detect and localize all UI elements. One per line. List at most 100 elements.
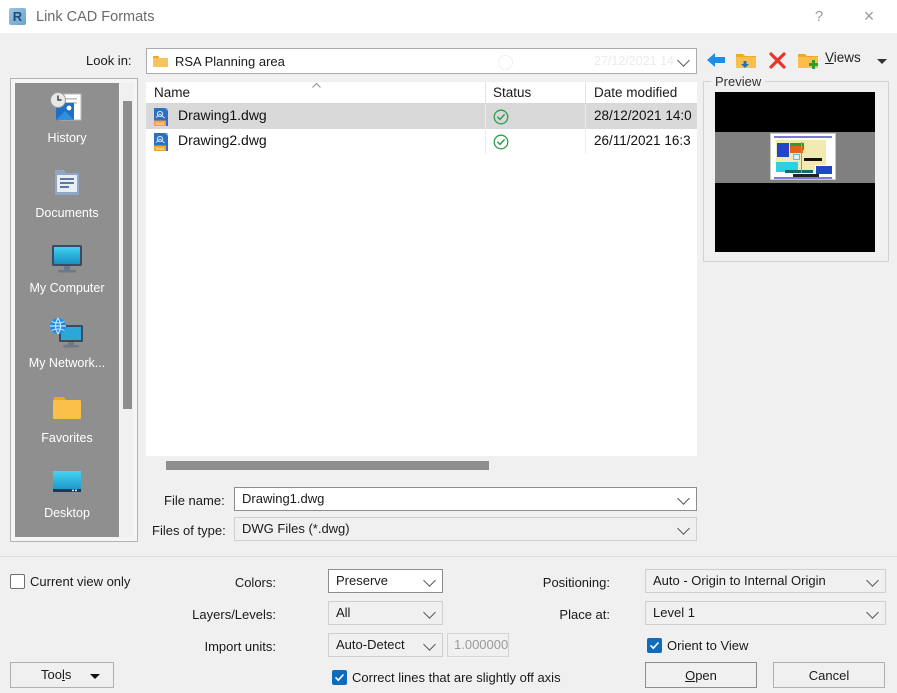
look-in-value: RSA Planning area: [175, 53, 285, 69]
layers-levels-label: Layers/Levels:: [192, 607, 276, 622]
new-folder-icon[interactable]: [795, 48, 821, 72]
chevron-down-icon[interactable]: [423, 574, 436, 587]
sidebar-item-label: Favorites: [41, 431, 93, 445]
places-scrollbar-thumb[interactable]: [123, 101, 132, 409]
file-name-value: Drawing1.dwg: [242, 491, 325, 506]
dropdown-arrow-icon[interactable]: [877, 59, 887, 64]
chevron-down-icon[interactable]: [866, 606, 879, 619]
scale-factor-value: 1.000000: [454, 637, 509, 652]
orient-to-view-checkbox[interactable]: [647, 638, 662, 653]
favorites-folder-icon: [44, 389, 90, 429]
column-header-status[interactable]: Status: [493, 85, 531, 100]
files-of-type-value: DWG Files (*.dwg): [242, 521, 350, 536]
scale-factor-input: 1.000000: [447, 633, 509, 657]
place-at-combobox[interactable]: Level 1: [645, 601, 886, 625]
look-in-combobox[interactable]: RSA Planning area 27/12/2021 14: [146, 48, 697, 74]
sidebar-item-history[interactable]: History: [15, 89, 119, 145]
preview-label: Preview: [711, 74, 766, 89]
place-at-label: Place at:: [559, 607, 610, 622]
file-date-cell: 26/11/2021 16:3: [594, 133, 691, 148]
layers-levels-value: All: [336, 605, 351, 620]
up-one-level-folder-icon[interactable]: [733, 48, 759, 72]
chevron-down-icon[interactable]: [423, 638, 436, 651]
delete-x-icon[interactable]: [765, 48, 791, 72]
open-button[interactable]: Open: [645, 662, 757, 688]
file-list[interactable]: DWG Drawing1.dwg 28/12/2021 14:0 DWG Dra: [146, 104, 697, 456]
correct-lines-checkbox[interactable]: [332, 670, 347, 685]
column-header-name[interactable]: Name: [154, 85, 190, 100]
close-button[interactable]: ×: [847, 0, 891, 33]
colors-combobox[interactable]: Preserve: [328, 569, 443, 593]
table-row[interactable]: DWG Drawing1.dwg 28/12/2021 14:0: [146, 104, 697, 129]
chevron-down-icon[interactable]: [423, 606, 436, 619]
files-of-type-combobox[interactable]: DWG Files (*.dwg): [234, 517, 697, 541]
back-arrow-icon[interactable]: [703, 48, 729, 72]
documents-folder-icon: [44, 164, 90, 204]
sidebar-item-label: My Network...: [28, 356, 106, 370]
positioning-value: Auto - Origin to Internal Origin: [653, 573, 826, 588]
navigation-toolbar: Views: [703, 46, 893, 76]
help-button[interactable]: ?: [797, 0, 841, 33]
chevron-down-icon[interactable]: [677, 522, 690, 535]
preview-image: [715, 92, 875, 252]
history-icon: [44, 89, 90, 129]
file-list-header: Name Status Date modified: [146, 82, 697, 104]
divider: [0, 556, 897, 557]
import-units-label: Import units:: [204, 639, 276, 654]
file-list-hscrollbar-thumb[interactable]: [166, 461, 489, 470]
chevron-down-icon[interactable]: [866, 574, 879, 587]
sidebar-item-desktop[interactable]: Desktop: [15, 464, 119, 520]
cancel-button[interactable]: Cancel: [773, 662, 885, 688]
dropdown-arrow-icon: [90, 674, 100, 679]
dwg-file-icon: DWG: [154, 133, 171, 151]
import-units-value: Auto-Detect: [336, 637, 405, 652]
orient-to-view-label: Orient to View: [667, 638, 749, 653]
sidebar-item-label: Desktop: [44, 506, 90, 520]
views-button[interactable]: Views: [825, 50, 861, 65]
file-name-label: File name:: [164, 493, 225, 508]
sidebar-item-label: History: [47, 131, 87, 145]
chevron-down-icon: [677, 54, 690, 67]
colors-value: Preserve: [336, 573, 389, 588]
file-name-cell: Drawing2.dwg: [178, 132, 267, 148]
sidebar-item-my-computer[interactable]: My Computer: [15, 239, 119, 295]
table-row[interactable]: DWG Drawing2.dwg 26/11/2021 16:3: [146, 129, 697, 154]
window-title-bar: R Link CAD Formats: [0, 0, 897, 33]
ghost-artifact-check-icon: [498, 55, 513, 70]
column-divider: [485, 82, 486, 104]
svg-text:DWG: DWG: [156, 147, 165, 151]
views-accel: V: [825, 50, 834, 65]
dwg-file-icon: DWG: [154, 108, 171, 126]
sidebar-item-my-network[interactable]: My Network...: [15, 314, 119, 370]
import-units-combobox[interactable]: Auto-Detect: [328, 633, 443, 657]
network-globe-icon: [44, 314, 90, 354]
sidebar-item-favorites[interactable]: Favorites: [15, 389, 119, 445]
cad-drawing-thumbnail: [770, 133, 836, 180]
folder-icon: [153, 55, 168, 67]
sidebar-item-label: Documents: [35, 206, 99, 220]
svg-text:DWG: DWG: [156, 122, 165, 126]
revit-logo-icon: R: [9, 8, 26, 25]
chevron-down-icon[interactable]: [677, 492, 690, 505]
place-at-value: Level 1: [653, 605, 695, 620]
open-accel: O: [685, 667, 696, 683]
monitor-icon: [44, 239, 90, 279]
file-name-input[interactable]: Drawing1.dwg: [234, 487, 697, 511]
views-label: iews: [833, 50, 861, 65]
places-list: History Documents My Computer My Network…: [15, 83, 119, 537]
sort-ascending-icon: [312, 76, 321, 88]
available-check-icon: [493, 134, 509, 150]
column-divider: [585, 82, 586, 104]
column-header-date-modified[interactable]: Date modified: [594, 85, 677, 100]
positioning-combobox[interactable]: Auto - Origin to Internal Origin: [645, 569, 886, 593]
tools-label: Tools: [41, 667, 72, 682]
sidebar-item-documents[interactable]: Documents: [15, 164, 119, 220]
available-check-icon: [493, 109, 509, 125]
file-name-cell: Drawing1.dwg: [178, 107, 267, 123]
page-title: Link CAD Formats: [36, 8, 155, 25]
open-label: pen: [695, 667, 717, 683]
tools-button[interactable]: Tools: [10, 662, 114, 688]
places-bar: History Documents My Computer My Network…: [10, 78, 138, 542]
current-view-only-checkbox[interactable]: [10, 574, 25, 589]
layers-levels-combobox[interactable]: All: [328, 601, 443, 625]
